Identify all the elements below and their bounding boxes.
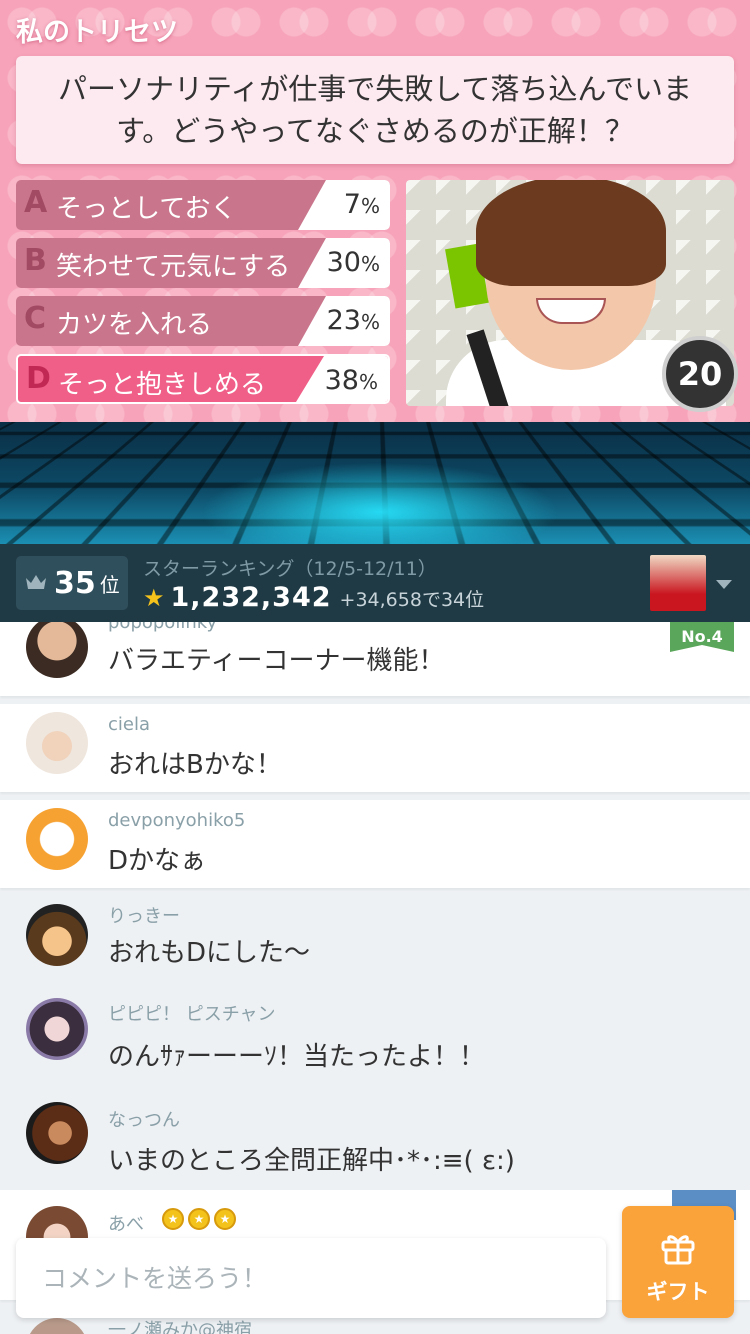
comment-message: Dかなぁ [108, 846, 207, 876]
answer-percent: 23% [326, 305, 380, 336]
medal-icon: ★ [162, 1208, 184, 1230]
answer-letter: A [24, 185, 48, 220]
answer-percent: 7% [343, 189, 380, 220]
answer-option-a[interactable]: A そっとしておく 7% [16, 180, 390, 230]
comment-username: あべ [108, 1214, 144, 1235]
avatar[interactable] [26, 1102, 88, 1164]
list-item: ciela おれはBかな！ [0, 704, 750, 792]
answer-text: 笑わせて元気にする [56, 252, 291, 282]
answer-percent: 38% [324, 365, 378, 396]
stage-floor [0, 422, 750, 544]
avatar[interactable] [26, 904, 88, 966]
comment-username: devponyohiko5 [108, 810, 246, 831]
star-icon: ★ [143, 584, 165, 612]
list-item: ピピピ！ ピスチャン のんｻｧーーーｿ！当たったよ！！ [0, 996, 750, 1096]
answer-letter: C [24, 301, 47, 336]
question-box: パーソナリティが仕事で失敗して落ち込んでいます。どうやってなぐさめるのが正解！？ [16, 56, 734, 164]
quiz-title: 私のトリセツ [16, 17, 178, 48]
avatar[interactable] [26, 712, 88, 774]
personality-avatar[interactable] [650, 555, 706, 611]
comment-message: バラエティーコーナー機能！ [108, 646, 445, 676]
crown-icon [26, 575, 46, 589]
video-figure-hair [476, 180, 666, 286]
medal-icon: ★ [214, 1208, 236, 1230]
answer-letter: D [26, 361, 51, 396]
avatar[interactable] [26, 1318, 88, 1334]
answer-option-c[interactable]: C カツを入れる 23% [16, 296, 390, 346]
ranking-score: 1,232,342 [170, 582, 332, 613]
avatar[interactable] [26, 622, 88, 678]
countdown-timer: 20 [662, 336, 738, 412]
comment-username: ピピピ！ ピスチャン [108, 1004, 276, 1025]
ranking-delta: +34,658で34位 [339, 589, 485, 611]
comment-input[interactable] [16, 1238, 606, 1318]
answer-option-d[interactable]: D そっと抱きしめる 38% [16, 354, 390, 404]
comment-username: popopolinky [108, 622, 218, 633]
stage-glow [200, 462, 560, 544]
ranking-label: スターランキング（12/5-12/11） [143, 558, 437, 580]
chevron-down-icon[interactable] [716, 580, 732, 589]
answer-text: そっと抱きしめる [58, 370, 267, 400]
comment-message: おれはBかな！ [108, 750, 282, 780]
list-item: なっつん いまのところ全問正解中･*･:≡( ε:) [0, 1100, 750, 1200]
rank-number-badge: No.4 [670, 622, 734, 652]
comment-message: のんｻｧーーーｿ！当たったよ！！ [108, 1042, 486, 1072]
ranking-bar[interactable]: 35 位 スターランキング（12/5-12/11） ★ 1,232,342 +3… [0, 544, 750, 622]
answer-text: そっとしておく [56, 194, 237, 224]
rank-number: 35 [54, 565, 96, 601]
ranking-score-row: ★ 1,232,342 +34,658で34位 [143, 582, 484, 613]
comment-username: りっきー [108, 906, 180, 927]
comment-message: おれもDにした〜 [108, 938, 311, 968]
list-item: popopolinky バラエティーコーナー機能！ No.4 [0, 622, 750, 696]
avatar[interactable] [26, 808, 88, 870]
comment-username: なっつん [108, 1110, 180, 1131]
gift-label: ギフト [646, 1281, 710, 1304]
answer-letter: B [24, 243, 47, 278]
medal-badges: ★ ★ ★ [162, 1208, 236, 1230]
answer-option-b[interactable]: B 笑わせて元気にする 30% [16, 238, 390, 288]
quiz-panel: 私のトリセツ パーソナリティが仕事で失敗して落ち込んでいます。どうやってなぐさめ… [0, 0, 750, 422]
comment-message: いまのところ全問正解中･*･:≡( ε:) [108, 1146, 515, 1176]
answer-list: A そっとしておく 7% B 笑わせて元気にする 30% C カツを入れる 23… [16, 180, 390, 412]
rank-badge: 35 位 [16, 556, 128, 610]
gift-button[interactable]: ギフト [622, 1206, 734, 1318]
list-item: devponyohiko5 Dかなぁ [0, 800, 750, 888]
question-text: パーソナリティが仕事で失敗して落ち込んでいます。どうやってなぐさめるのが正解！？ [58, 72, 692, 148]
avatar[interactable] [26, 998, 88, 1060]
medal-icon: ★ [188, 1208, 210, 1230]
answer-text: カツを入れる [56, 310, 213, 340]
answer-percent: 30% [326, 247, 380, 278]
comment-username: 一ノ瀬みか@神宿 [108, 1320, 252, 1334]
list-item: りっきー おれもDにした〜 [0, 894, 750, 990]
gift-icon [661, 1235, 695, 1265]
comment-username: ciela [108, 714, 151, 735]
rank-suffix: 位 [99, 572, 120, 597]
